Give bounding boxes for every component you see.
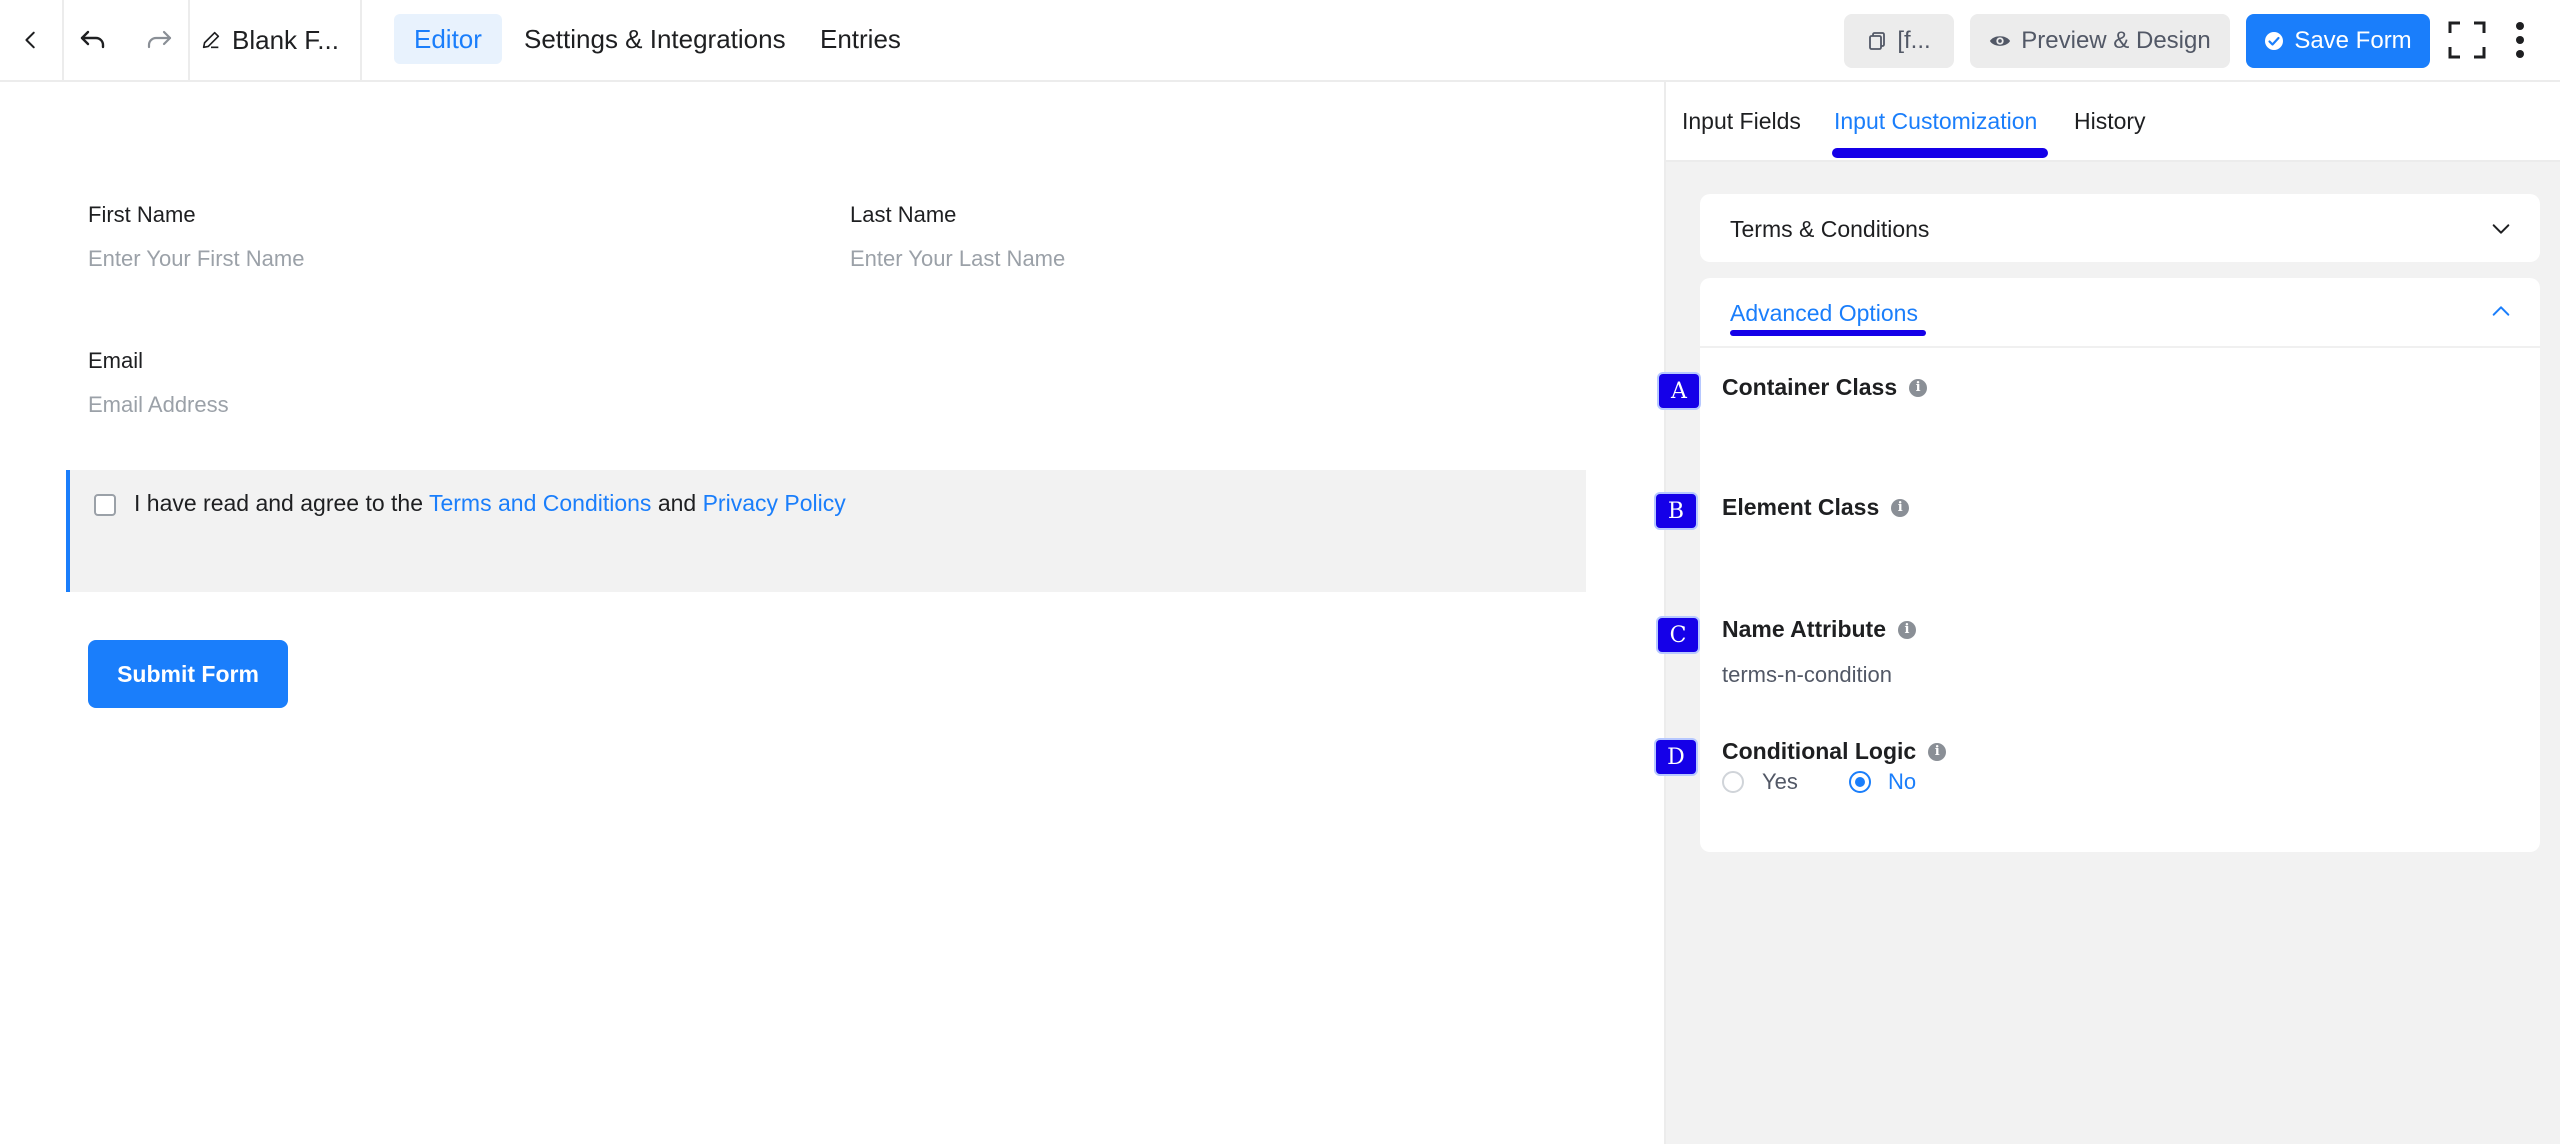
container-class-text: Container Class bbox=[1722, 374, 1898, 400]
info-icon[interactable]: i bbox=[1928, 742, 1947, 761]
conditional-yes-label[interactable]: Yes bbox=[1762, 769, 1798, 795]
fullscreen-icon bbox=[2448, 21, 2486, 59]
preview-design-button[interactable]: Preview & Design bbox=[1970, 14, 2230, 68]
divider bbox=[360, 0, 362, 80]
conditional-logic-label: Conditional Logic i bbox=[1722, 738, 1947, 765]
tab-input-customization[interactable]: Input Customization bbox=[1834, 108, 2037, 135]
redo-button[interactable] bbox=[130, 0, 188, 80]
element-class-text: Element Class bbox=[1722, 494, 1880, 520]
conditional-no-label[interactable]: No bbox=[1888, 769, 1916, 795]
more-options-button[interactable] bbox=[2500, 0, 2540, 80]
shortcode-label: [f... bbox=[1897, 27, 1931, 54]
info-icon[interactable]: i bbox=[1898, 620, 1916, 639]
eye-icon bbox=[1990, 36, 2011, 46]
submit-form-button[interactable]: Submit Form bbox=[88, 640, 288, 708]
terms-section-title: Terms & Conditions bbox=[1730, 216, 1930, 242]
element-class-label: Element Class i bbox=[1722, 494, 1910, 521]
first-name-label: First Name bbox=[88, 202, 196, 227]
settings-sidebar: Input Fields Input Customization History… bbox=[1664, 82, 2560, 1144]
advanced-options-card: Advanced Options bbox=[1700, 278, 2540, 852]
active-tab-indicator bbox=[1832, 148, 2048, 158]
last-name-label: Last Name bbox=[850, 202, 957, 227]
redo-icon bbox=[147, 30, 172, 49]
advanced-options-underline bbox=[1730, 330, 1926, 336]
tab-settings-integrations[interactable]: Settings & Integrations bbox=[504, 14, 806, 64]
preview-label: Preview & Design bbox=[2021, 27, 2211, 54]
tab-history[interactable]: History bbox=[2074, 108, 2146, 135]
chevron-up-icon[interactable] bbox=[2490, 300, 2512, 322]
terms-prefix: I have read and agree to the bbox=[134, 490, 423, 516]
marker-d: D bbox=[1656, 740, 1696, 774]
sidebar-tabs: Input Fields Input Customization History bbox=[1666, 82, 2560, 162]
save-form-button[interactable]: Save Form bbox=[2246, 14, 2430, 68]
fullscreen-button[interactable] bbox=[2444, 0, 2490, 80]
conditional-no-radio[interactable] bbox=[1849, 771, 1871, 793]
privacy-link[interactable]: Privacy Policy bbox=[703, 490, 846, 516]
shortcode-button[interactable]: [f... bbox=[1844, 14, 1954, 68]
terms-link[interactable]: Terms and Conditions bbox=[429, 490, 651, 516]
divider bbox=[188, 0, 190, 80]
check-circle-icon bbox=[2265, 32, 2284, 50]
terms-checkbox[interactable] bbox=[94, 494, 116, 516]
name-attribute-input[interactable]: terms-n-condition bbox=[1722, 662, 1892, 688]
info-icon[interactable]: i bbox=[1909, 378, 1928, 397]
terms-section-header[interactable]: Terms & Conditions bbox=[1700, 194, 2540, 262]
chevron-down-icon bbox=[2492, 224, 2510, 234]
conditional-yes-radio[interactable] bbox=[1722, 771, 1744, 793]
marker-b: B bbox=[1656, 494, 1696, 528]
chevron-left-icon bbox=[25, 31, 35, 49]
form-canvas: First Name Enter Your First Name Last Na… bbox=[0, 82, 1664, 1144]
card-divider bbox=[1700, 346, 2540, 348]
name-attribute-label: Name Attribute i bbox=[1722, 616, 1916, 643]
undo-button[interactable] bbox=[64, 0, 122, 80]
tab-entries[interactable]: Entries bbox=[800, 14, 921, 64]
copy-icon bbox=[1869, 32, 1886, 50]
marker-a: A bbox=[1659, 374, 1699, 408]
conditional-logic-text: Conditional Logic bbox=[1722, 738, 1917, 764]
terms-text: I have read and agree to the Terms and C… bbox=[134, 490, 846, 517]
form-title-text: Blank F... bbox=[232, 24, 339, 55]
first-name-input[interactable]: Enter Your First Name bbox=[88, 246, 304, 272]
name-attribute-text: Name Attribute bbox=[1722, 616, 1886, 642]
terms-and: and bbox=[657, 490, 697, 516]
last-name-input[interactable]: Enter Your Last Name bbox=[850, 246, 1065, 272]
tab-input-fields[interactable]: Input Fields bbox=[1682, 108, 1801, 135]
back-button[interactable] bbox=[0, 0, 62, 80]
container-class-label: Container Class i bbox=[1722, 374, 1928, 401]
marker-c: C bbox=[1658, 618, 1698, 652]
edit-icon bbox=[202, 31, 220, 49]
terms-conditions-field[interactable]: I have read and agree to the Terms and C… bbox=[66, 470, 1586, 592]
top-bar: Blank F... Editor Settings & Integration… bbox=[0, 0, 2560, 82]
email-label: Email bbox=[88, 348, 144, 373]
save-label: Save Form bbox=[2294, 27, 2412, 54]
undo-icon bbox=[80, 30, 105, 49]
advanced-options-title[interactable]: Advanced Options bbox=[1730, 300, 1918, 327]
form-title[interactable]: Blank F... bbox=[200, 0, 339, 80]
info-icon[interactable]: i bbox=[1891, 498, 1910, 517]
tab-editor[interactable]: Editor bbox=[394, 14, 502, 64]
more-vertical-icon bbox=[2516, 22, 2524, 58]
email-input[interactable]: Email Address bbox=[88, 392, 229, 418]
